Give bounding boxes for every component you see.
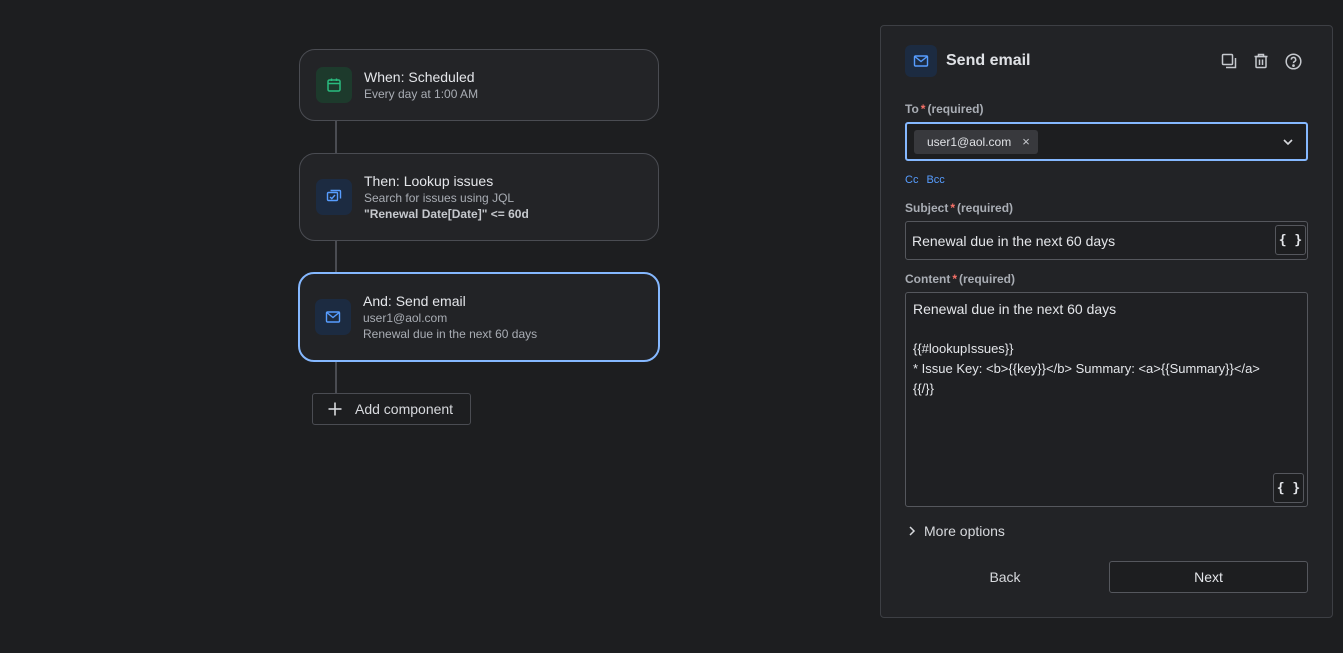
flow-node-send-email[interactable]: And: Send email user1@aol.com Renewal du… — [298, 272, 660, 362]
panel-title: Send email — [946, 52, 1031, 69]
flow-node-trigger[interactable]: When: Scheduled Every day at 1:00 AM — [299, 49, 659, 121]
node-title: Then: Lookup issues — [364, 173, 494, 189]
flow-connector — [335, 362, 337, 393]
flow-connector — [335, 121, 337, 153]
content-textarea[interactable]: Renewal due in the next 60 days {{#looku… — [905, 292, 1308, 507]
add-component-label: Add component — [355, 401, 454, 417]
to-label: To * (required) — [905, 102, 984, 116]
mail-icon — [315, 299, 351, 335]
plus-icon — [327, 401, 343, 417]
panel-header: Send email — [905, 45, 1030, 77]
content-line: {{/}} — [913, 381, 934, 396]
back-button[interactable]: Back — [905, 561, 1105, 593]
lookup-issues-icon — [316, 179, 352, 215]
more-options-toggle[interactable]: More options — [907, 523, 1005, 539]
more-options-label: More options — [924, 523, 1005, 539]
content-label: Content * (required) — [905, 272, 1016, 286]
insert-variable-button[interactable]: { } — [1275, 225, 1306, 255]
recipient-chip-label: user1@aol.com — [927, 134, 1012, 149]
subject-input[interactable] — [912, 232, 1262, 249]
help-icon[interactable] — [1284, 52, 1302, 70]
node-jql: "Renewal Date[Date]" <= 60d — [364, 207, 529, 221]
node-description: Every day at 1:00 AM — [364, 87, 479, 101]
calendar-icon — [316, 67, 352, 103]
chevron-down-icon[interactable] — [1282, 136, 1294, 148]
flow-node-lookup-issues[interactable]: Then: Lookup issues Search for issues us… — [299, 153, 659, 241]
subject-field: { } — [905, 221, 1308, 260]
cc-bcc-links: Cc Bcc — [905, 174, 945, 186]
panel-actions — [1220, 52, 1302, 70]
automation-canvas: When: Scheduled Every day at 1:00 AM The… — [0, 0, 1343, 653]
subject-label: Subject * (required) — [905, 201, 1014, 215]
node-recipient: user1@aol.com — [363, 311, 448, 325]
content-line: Renewal due in the next 60 days — [913, 301, 1117, 317]
send-email-panel: Send email To * (required) user1@aol.com… — [880, 25, 1333, 618]
node-title: When: Scheduled — [364, 69, 475, 85]
content-line: * Issue Key: <b>{{key}}</b> Summary: <a>… — [913, 361, 1260, 376]
node-subject: Renewal due in the next 60 days — [363, 327, 538, 341]
next-button[interactable]: Next — [1109, 561, 1308, 593]
mail-icon — [905, 45, 937, 77]
bcc-link[interactable]: Bcc — [926, 174, 944, 186]
duplicate-icon[interactable] — [1220, 52, 1238, 70]
add-component-button[interactable]: Add component — [312, 393, 471, 425]
node-title: And: Send email — [363, 293, 466, 309]
chevron-right-icon — [909, 526, 916, 536]
insert-variable-button[interactable]: { } — [1273, 473, 1304, 503]
to-field[interactable]: user1@aol.com × — [905, 122, 1308, 161]
recipient-chip: user1@aol.com × — [914, 129, 1038, 154]
flow-connector — [335, 241, 337, 273]
node-description: Search for issues using JQL — [364, 191, 515, 205]
cc-link[interactable]: Cc — [905, 174, 918, 186]
trash-icon[interactable] — [1252, 52, 1270, 70]
content-line: {{#lookupIssues}} — [913, 341, 1014, 356]
remove-recipient-button[interactable]: × — [1022, 135, 1030, 148]
